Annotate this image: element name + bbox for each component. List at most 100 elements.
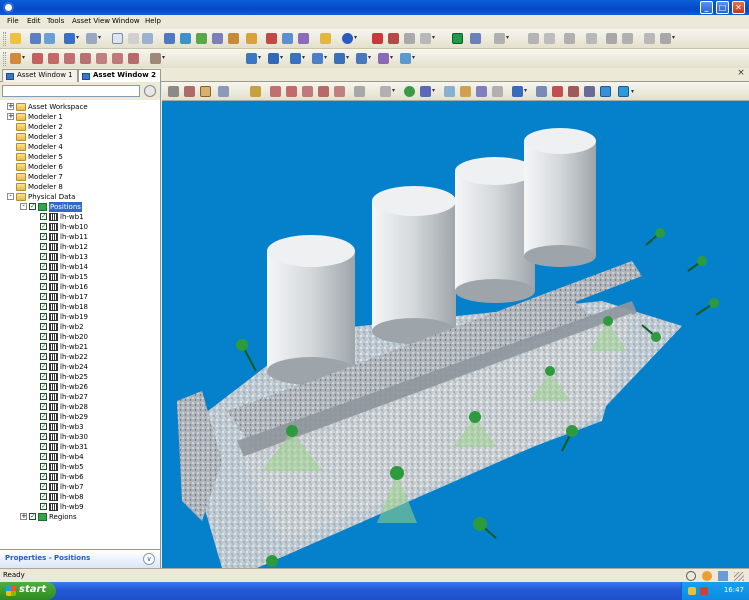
fit-cylinder-icon[interactable]	[268, 53, 283, 64]
network-icon[interactable]	[718, 571, 728, 581]
tree-node-position[interactable]: lh-wb25	[0, 371, 160, 382]
tree-node-position[interactable]: lh-wb11	[0, 231, 160, 242]
tree-node-position[interactable]: lh-wb2	[0, 321, 160, 332]
power-icon[interactable]	[686, 571, 696, 581]
print-icon[interactable]	[44, 33, 55, 44]
mirror-icon[interactable]	[564, 33, 575, 44]
tab-asset-window-2[interactable]: Asset Window 2	[78, 69, 161, 82]
tree-node-positions[interactable]: - Positions	[0, 201, 160, 212]
tree-node-position[interactable]: lh-wb17	[0, 291, 160, 302]
close-button[interactable]: ✕	[732, 1, 745, 14]
visibility-checkbox[interactable]	[40, 461, 47, 471]
visibility-checkbox[interactable]	[40, 391, 47, 401]
fit-elbow-icon[interactable]	[312, 53, 327, 64]
tree-node-position[interactable]: lh-wb24	[0, 361, 160, 372]
visibility-checkbox[interactable]	[40, 291, 47, 301]
view-pick-3-icon[interactable]	[302, 86, 313, 97]
tree-node-root[interactable]: Modeler 7	[0, 172, 160, 182]
tree-node-position[interactable]: lh-wb19	[0, 311, 160, 322]
visibility-checkbox[interactable]	[40, 341, 47, 351]
fit-surface-icon[interactable]	[246, 53, 261, 64]
3d-viewport[interactable]	[162, 101, 749, 568]
tab-asset-window-1[interactable]: Asset Window 1	[2, 69, 78, 82]
visibility-checkbox[interactable]	[40, 451, 47, 461]
tree-node-position[interactable]: lh-wb20	[0, 331, 160, 342]
menu-file[interactable]: File	[7, 17, 19, 25]
tree-node-position[interactable]: lh-wb4	[0, 451, 160, 462]
tree-node-position[interactable]: lh-wb29	[0, 411, 160, 422]
toolbar-grip[interactable]	[3, 32, 6, 46]
filter-icon[interactable]	[196, 33, 207, 44]
title-bar[interactable]: _ □ ✕	[0, 0, 749, 15]
layer-icon[interactable]	[142, 33, 153, 44]
tree-node-position[interactable]: lh-wb14	[0, 261, 160, 272]
visibility-checkbox[interactable]	[40, 371, 47, 381]
visibility-checkbox[interactable]	[40, 271, 47, 281]
view-pick-5-icon[interactable]	[334, 86, 345, 97]
visibility-checkbox[interactable]	[40, 311, 47, 321]
tree-node-root[interactable]: Modeler 5	[0, 152, 160, 162]
pick-point-icon[interactable]	[32, 53, 43, 64]
view-pick-2-icon[interactable]	[286, 86, 297, 97]
app-icon[interactable]	[3, 2, 14, 13]
tree-node-position[interactable]: lh-wb9	[0, 501, 160, 512]
tree-node-position[interactable]: lh-wb26	[0, 381, 160, 392]
tree-node-root[interactable]: + Modeler 1	[0, 112, 160, 122]
visibility-checkbox[interactable]	[40, 211, 47, 221]
constraint-icon[interactable]	[380, 86, 395, 97]
tree-node-position[interactable]: lh-wb1	[0, 211, 160, 222]
visibility-checkbox[interactable]	[40, 221, 47, 231]
tree-node-position[interactable]: lh-wb18	[0, 301, 160, 312]
tab-close-icon[interactable]: ×	[736, 69, 746, 79]
tree-node-physical-data[interactable]: - Physical Data	[0, 192, 160, 202]
snap-icon[interactable]	[586, 33, 597, 44]
tree-node-position[interactable]: lh-wb7	[0, 481, 160, 492]
tree-node-position[interactable]: lh-wb10	[0, 221, 160, 232]
pick-more-icon[interactable]	[150, 53, 165, 64]
tree-node-position[interactable]: lh-wb6	[0, 471, 160, 482]
open-icon[interactable]	[10, 33, 21, 44]
visibility-checkbox[interactable]	[40, 431, 47, 441]
expand-icon[interactable]: +	[7, 113, 14, 120]
table-icon[interactable]	[180, 33, 191, 44]
visibility-checkbox[interactable]	[40, 401, 47, 411]
tray-icon-1[interactable]	[688, 587, 696, 595]
help-icon[interactable]	[342, 33, 357, 44]
chevron-down-icon[interactable]: ∨	[143, 553, 155, 565]
globe-icon[interactable]	[404, 86, 415, 97]
visibility-checkbox[interactable]	[40, 261, 47, 271]
tree-node-root[interactable]: Modeler 8	[0, 182, 160, 192]
document-icon[interactable]	[112, 33, 123, 44]
transform-icon[interactable]	[494, 33, 509, 44]
tree-node-position[interactable]: lh-wb5	[0, 461, 160, 472]
visibility-checkbox[interactable]	[40, 381, 47, 391]
delete-icon[interactable]	[372, 33, 383, 44]
minimize-button[interactable]: _	[700, 1, 713, 14]
tree-node-root[interactable]: + Asset Workspace	[0, 102, 160, 112]
fit-pipe-icon[interactable]	[290, 53, 305, 64]
pick-plane-icon[interactable]	[64, 53, 75, 64]
fit-steel-icon[interactable]	[334, 53, 349, 64]
measure-icon[interactable]	[298, 33, 309, 44]
view-pick-4-icon[interactable]	[318, 86, 329, 97]
visibility-checkbox[interactable]	[40, 331, 47, 341]
tree-node-position[interactable]: lh-wb16	[0, 281, 160, 292]
box-icon[interactable]	[282, 33, 293, 44]
expand-icon[interactable]: +	[20, 513, 27, 520]
properties-bar[interactable]: Properties - Positions ∨	[0, 549, 160, 568]
select-arrow-icon[interactable]	[168, 86, 179, 97]
tree-node-root[interactable]: Modeler 6	[0, 162, 160, 172]
scale-icon[interactable]	[622, 33, 633, 44]
visibility-checkbox[interactable]	[40, 321, 47, 331]
toolbar-grip-2[interactable]	[3, 52, 6, 66]
tree-node-position[interactable]: lh-wb27	[0, 391, 160, 402]
tree-node-regions[interactable]: + Regions	[0, 511, 160, 522]
pick-cone-icon[interactable]	[112, 53, 123, 64]
tree-node-root[interactable]: Modeler 3	[0, 132, 160, 142]
visibility-checkbox[interactable]	[40, 361, 47, 371]
pick-line-icon[interactable]	[48, 53, 59, 64]
tag-icon[interactable]	[266, 33, 277, 44]
view-list-icon[interactable]	[512, 86, 527, 97]
start-button[interactable]: start	[0, 582, 56, 600]
tree-node-position[interactable]: lh-wb30	[0, 431, 160, 442]
